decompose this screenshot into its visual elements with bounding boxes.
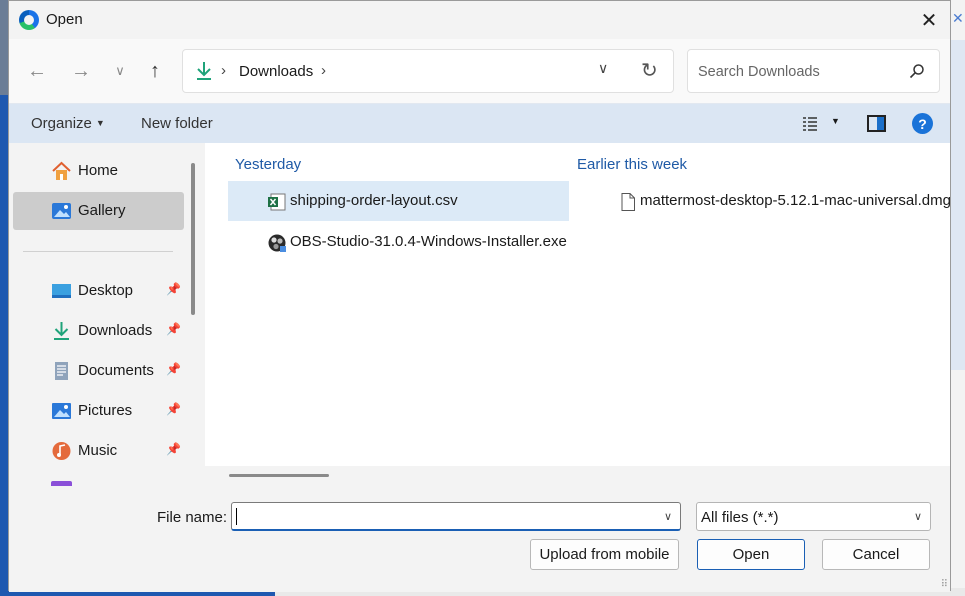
new-folder-button[interactable]: New folder — [141, 115, 213, 132]
sidebar-item-documents[interactable]: Documents 📌 — [13, 352, 184, 390]
breadcrumb-chevron-icon[interactable]: › — [321, 62, 326, 79]
pin-icon[interactable]: 📌 — [166, 282, 181, 296]
help-icon[interactable]: ? — [912, 113, 933, 134]
file-item[interactable]: shipping-order-layout.csv — [228, 181, 569, 221]
breadcrumb-chevron-icon: › — [221, 62, 226, 79]
scrollbar-thumb[interactable] — [229, 474, 329, 477]
arrow-left-icon: ← — [27, 59, 47, 82]
pin-icon[interactable]: 📌 — [166, 362, 181, 376]
excel-csv-icon — [268, 193, 286, 211]
up-button[interactable]: ↑ — [141, 57, 169, 85]
home-icon — [52, 161, 71, 180]
edge-browser-icon — [19, 10, 39, 30]
sidebar-item-label: Documents — [78, 362, 154, 379]
sidebar-item-gallery[interactable]: Gallery — [13, 192, 184, 230]
sidebar-item-pictures[interactable]: Pictures 📌 — [13, 392, 184, 430]
obs-icon — [268, 234, 286, 252]
navigation-pane: Home Gallery Desktop 📌 Downloads 📌 Docum… — [9, 143, 197, 486]
file-name: OBS-Studio-31.0.4-Windows-Installer.exe — [290, 233, 567, 250]
sidebar-item-label: Music — [78, 442, 118, 459]
sidebar-item-home[interactable]: Home — [13, 152, 184, 190]
back-button[interactable]: ← — [23, 57, 51, 85]
organize-menu[interactable]: Organize ▼ — [31, 115, 105, 132]
chevron-down-icon: ∨ — [913, 511, 922, 523]
sidebar-item-desktop[interactable]: Desktop 📌 — [13, 272, 184, 310]
address-history-dropdown[interactable]: ∨ — [598, 60, 608, 77]
address-bar[interactable]: › Downloads › ∨ ↻ — [182, 49, 674, 93]
cancel-button[interactable]: Cancel — [822, 539, 930, 570]
sidebar-item-videos-partial[interactable] — [13, 472, 184, 486]
pin-icon[interactable]: 📌 — [166, 402, 181, 416]
caret-down-icon: ▼ — [95, 118, 105, 128]
horizontal-scrollbar[interactable] — [205, 466, 950, 486]
file-list: Yesterday Earlier this week shipping-ord… — [205, 143, 951, 486]
file-type-value: All files (*.*) — [701, 509, 779, 526]
search-input[interactable]: Search Downloads — [687, 49, 940, 93]
file-item[interactable]: OBS-Studio-31.0.4-Windows-Installer.exe — [228, 222, 569, 262]
close-icon: ✕ — [920, 9, 938, 32]
navigation-bar: ← → ∨ ↑ › Downloads › ∨ ↻ Search Downloa… — [9, 39, 950, 103]
file-type-select[interactable]: All files (*.*) ∨ — [696, 502, 931, 531]
generic-file-icon — [621, 193, 635, 211]
file-item[interactable]: mattermost-desktop-5.12.1-mac-universal.… — [569, 181, 951, 221]
organize-label: Organize — [31, 115, 92, 132]
sidebar-item-label: Home — [78, 162, 119, 179]
dialog-footer: File name: ∨ All files (*.*) ∨ Upload fr… — [9, 486, 950, 592]
upload-from-mobile-button[interactable]: Upload from mobile — [530, 539, 679, 570]
group-header-earlier-this-week[interactable]: Earlier this week — [577, 156, 687, 173]
background-app-strip — [0, 95, 8, 595]
refresh-icon[interactable]: ↻ — [641, 58, 658, 83]
command-toolbar: Organize ▼ New folder ▼ ? — [9, 103, 950, 143]
search-placeholder: Search Downloads — [698, 64, 820, 80]
sidebar-divider — [23, 251, 173, 252]
search-icon — [909, 64, 924, 79]
forward-button[interactable]: → — [67, 57, 95, 85]
file-name: mattermost-desktop-5.12.1-mac-universal.… — [640, 192, 951, 209]
breadcrumb-downloads[interactable]: Downloads — [239, 63, 313, 80]
file-name-history-dropdown[interactable]: ∨ — [664, 510, 672, 523]
resize-grip-icon[interactable]: ⠿ — [941, 579, 948, 590]
arrow-right-icon: → — [71, 59, 91, 82]
sidebar-item-label: Pictures — [78, 402, 133, 419]
open-button[interactable]: Open — [697, 539, 805, 570]
dialog-title: Open — [46, 11, 83, 28]
download-icon — [54, 322, 69, 340]
recent-locations-button[interactable]: ∨ — [106, 57, 134, 85]
file-name-label: File name: — [157, 509, 228, 526]
chevron-down-icon: ∨ — [115, 63, 125, 78]
text-cursor — [236, 508, 237, 525]
sidebar-item-label: Gallery — [78, 202, 126, 219]
file-name: shipping-order-layout.csv — [290, 192, 458, 209]
sidebar-item-downloads[interactable]: Downloads 📌 — [13, 312, 184, 350]
close-button[interactable]: ✕ — [916, 7, 942, 33]
pin-icon[interactable]: 📌 — [166, 322, 181, 336]
gallery-icon — [52, 203, 71, 219]
pictures-icon — [52, 403, 71, 419]
download-icon — [197, 62, 211, 80]
documents-icon — [55, 362, 68, 380]
sidebar-item-label: Downloads — [78, 322, 153, 339]
title-bar: Open ✕ — [9, 1, 950, 39]
pin-icon[interactable]: 📌 — [166, 442, 181, 456]
file-name-input[interactable]: ∨ — [231, 502, 681, 531]
preview-pane-icon[interactable] — [867, 115, 886, 132]
group-header-yesterday[interactable]: Yesterday — [235, 156, 301, 173]
sidebar-item-music[interactable]: Music 📌 — [13, 432, 184, 470]
desktop-icon — [52, 284, 71, 298]
sidebar-scrollbar[interactable] — [191, 163, 195, 315]
background-panel — [950, 40, 965, 370]
arrow-up-icon: ↑ — [150, 59, 160, 82]
music-icon — [52, 442, 71, 460]
open-file-dialog: Open ✕ ← → ∨ ↑ › Downloads › ∨ ↻ Search … — [8, 0, 951, 592]
view-options-dropdown[interactable]: ▼ — [831, 116, 840, 126]
view-details-icon[interactable] — [802, 116, 818, 132]
background-app-edge: ✕ — [950, 0, 965, 596]
background-collapse-icon: ✕ — [952, 10, 964, 26]
sidebar-item-label: Desktop — [78, 282, 134, 299]
